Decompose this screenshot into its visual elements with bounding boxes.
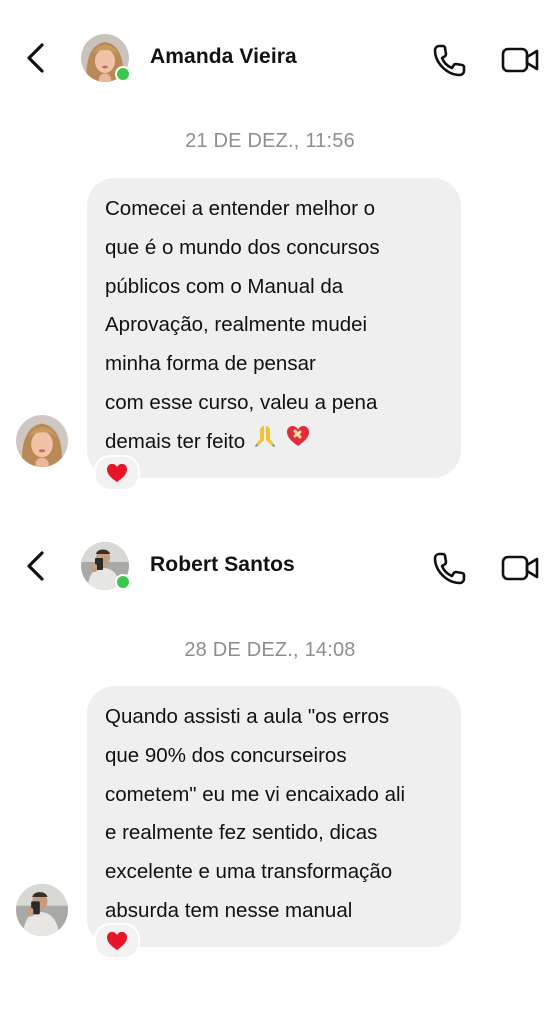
sender-avatar[interactable] [16,884,68,936]
phone-icon [433,44,466,77]
online-indicator [115,66,131,82]
message-bubble[interactable]: Comecei a entender melhor o que é o mund… [87,178,461,478]
red-heart-icon [107,463,127,483]
sender-avatar[interactable] [16,415,68,467]
chat-header: Robert Santos [0,538,559,594]
message-text: Quando assisti a aula "os erros que 90% … [105,705,406,922]
chevron-left-icon [27,43,44,73]
reaction-badge[interactable] [94,923,140,959]
voice-call-button[interactable] [430,40,470,80]
chevron-left-icon [27,551,44,581]
phone-icon [433,552,466,585]
red-heart-icon [107,931,127,951]
reaction-badge[interactable] [94,455,140,491]
contact-name[interactable]: Robert Santos [150,553,295,577]
video-call-button[interactable] [500,550,542,586]
avatar[interactable] [81,34,131,82]
folded-hands-icon [253,423,277,462]
online-indicator [115,574,131,590]
chat-header: Amanda Vieira [0,30,559,86]
video-camera-icon [501,555,539,581]
message-bubble[interactable]: Quando assisti a aula "os erros que 90% … [87,686,461,947]
message-timestamp: 21 DE DEZ., 11:56 [185,130,355,152]
voice-call-button[interactable] [430,548,470,588]
back-button[interactable] [20,40,52,76]
avatar-image [16,415,68,467]
message-timestamp: 28 DE DEZ., 14:08 [184,639,356,661]
contact-name[interactable]: Amanda Vieira [150,45,297,69]
avatar[interactable] [81,542,131,590]
back-button[interactable] [20,548,52,584]
message-text: Comecei a entender melhor o que é o mund… [105,197,380,453]
video-camera-icon [501,47,539,73]
mending-heart-icon [285,423,311,462]
avatar-image [16,884,68,936]
video-call-button[interactable] [500,42,542,78]
